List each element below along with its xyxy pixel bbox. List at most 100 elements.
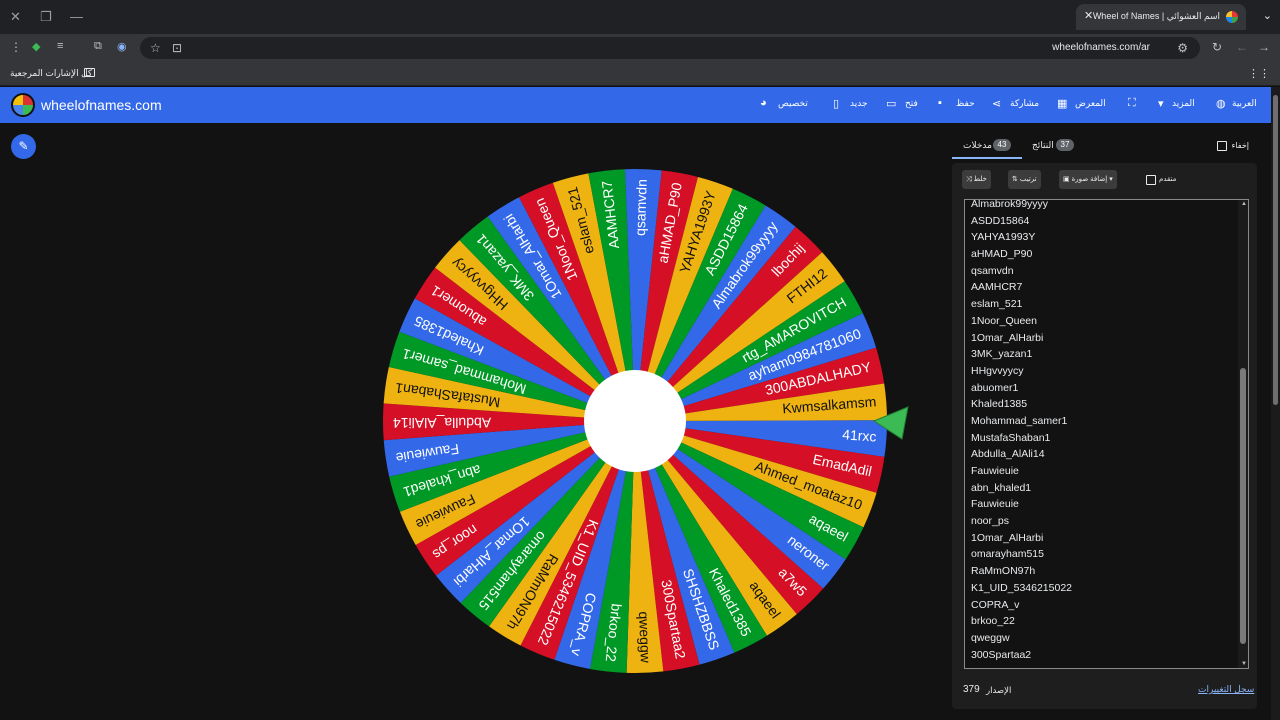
hide-checkbox[interactable]	[1217, 141, 1227, 151]
palette-icon: ◕	[760, 97, 767, 109]
entries-card: ⤨ خلط ⇅ ترتيب ▣ إضافة صورة ▾ متقدم Almab…	[952, 163, 1257, 709]
extension-icon[interactable]: ◆	[32, 40, 40, 53]
tab-entries[interactable]: مدخلات	[963, 140, 992, 151]
fullscreen-icon[interactable]: ⛶	[1128, 97, 1136, 110]
entries-panel: مدخلات 43 النتائج 37 إخفاء ⤨ خلط ⇅ ترتيب…	[952, 130, 1259, 710]
media-icon[interactable]: ≡	[57, 40, 63, 52]
wheel-pointer-icon	[872, 406, 909, 440]
shuffle-label: خلط	[973, 176, 987, 183]
star-icon[interactable]: ☆	[150, 41, 161, 55]
more-menu-button[interactable]: المزيد	[1172, 98, 1195, 109]
wheel-logo-icon[interactable]	[11, 93, 35, 117]
caret-down-icon: ▾	[1109, 176, 1113, 183]
menu-icon[interactable]: ⋮	[10, 40, 22, 54]
entry-line: 300Spartaa2	[971, 648, 1032, 661]
back-icon[interactable]: →	[1258, 40, 1270, 54]
apps-grid-icon[interactable]: ⋮⋮	[1248, 67, 1270, 80]
entry-line: YAHYA1993Y	[971, 231, 1036, 244]
entry-line: RaMmON97h	[971, 565, 1036, 578]
reload-icon[interactable]: ↻	[1212, 40, 1222, 54]
entry-line: qweggw	[971, 631, 1010, 644]
sort-label: ترتيب	[1019, 176, 1037, 183]
folder-open-icon: ▭	[886, 98, 897, 110]
address-bar[interactable]: ☆ ⊡ wheelofnames.com/ar ⚙	[140, 37, 1200, 59]
globe-icon: ◍	[1216, 98, 1226, 110]
entries-list: Almabrok99yyyy ASDD15864 YAHYA1993Y aHMAD_P…	[971, 199, 1231, 663]
language-button[interactable]: العربية	[1232, 98, 1257, 109]
entries-textarea[interactable]: Almabrok99yyyy ASDD15864 YAHYA1993Y aHMAD_P…	[964, 199, 1249, 669]
advanced-checkbox[interactable]	[1146, 175, 1156, 185]
scroll-thumb[interactable]	[1240, 368, 1246, 644]
entry-line: 3MK_yazan1	[971, 348, 1033, 361]
entry-line: HHgvvyycy	[971, 364, 1024, 377]
save-button[interactable]: حفظ	[956, 98, 975, 109]
hide-label: إخفاء	[1231, 141, 1249, 150]
customize-button[interactable]: تخصيص	[778, 98, 808, 109]
sort-button[interactable]: ⇅ ترتيب	[1008, 170, 1041, 189]
share-button[interactable]: مشاركة	[1010, 98, 1039, 109]
entry-line: 1Omar_AlHarbi	[971, 531, 1044, 544]
tab-results[interactable]: النتائج	[1032, 140, 1054, 151]
entry-line: qsamvdn	[971, 264, 1014, 277]
new-button[interactable]: جديد	[850, 98, 868, 109]
entry-line: AAMHCR7	[971, 281, 1023, 294]
browser-tab-bar: ✕ ❐ — + ✕ Wheel of Names | اسم العشوائي …	[0, 0, 1280, 34]
shuffle-icon: ⤨	[966, 176, 972, 183]
chevron-down-icon[interactable]: ⌄	[1263, 9, 1272, 22]
entry-line: 1Noor_Queen	[971, 314, 1037, 327]
version-label: الإصدار	[986, 685, 1012, 695]
changelog-link[interactable]: سجل التغييرات	[1198, 684, 1254, 695]
gallery-button[interactable]: المعرض	[1075, 98, 1106, 109]
active-tab-indicator	[952, 157, 1022, 159]
sound-icon[interactable]: ◉	[117, 40, 127, 53]
open-button[interactable]: فتح	[905, 98, 918, 109]
new-file-icon: ▯	[833, 98, 840, 110]
edit-pencil-button[interactable]: ✎	[11, 134, 36, 159]
forward-icon[interactable]: ←	[1236, 40, 1248, 54]
bookmarks-bar: كل الإشارات المرجعية ⋮⋮	[0, 62, 1280, 86]
entry-line: Khaled1385	[971, 398, 1028, 411]
app-header: wheelofnames.com ◕ تخصيص ▯ جديد ▭ فتح ▪ …	[0, 87, 1280, 123]
entry-line: MustafaShaban1	[971, 431, 1051, 444]
entry-line: noor_ps	[971, 515, 1009, 528]
results-count-badge: 37	[1056, 139, 1074, 151]
browser-tab[interactable]: ✕ Wheel of Names | اسم العشوائي	[1076, 4, 1246, 30]
brand-name[interactable]: wheelofnames.com	[41, 97, 162, 113]
scroll-up-icon[interactable]: ▲	[1241, 201, 1247, 207]
browser-toolbar: ⋮ ◆ ≡ ⧉ ◉ ☆ ⊡ wheelofnames.com/ar ⚙ ↻ ← …	[0, 34, 1280, 62]
entries-count-badge: 43	[993, 139, 1011, 151]
minimize-icon[interactable]: —	[70, 9, 83, 25]
gallery-icon: ▦	[1057, 98, 1068, 110]
shuffle-button[interactable]: ⤨ خلط	[962, 170, 991, 189]
scroll-down-icon[interactable]: ▼	[1241, 661, 1247, 667]
entries-scrollbar[interactable]: ▲ ▼	[1238, 200, 1248, 668]
spin-wheel[interactable]: 41rxcEmadAdilAhmed_moataz10aqaeelneroner…	[380, 158, 890, 688]
install-app-icon[interactable]: ⊡	[172, 41, 182, 55]
folder-icon	[84, 68, 95, 77]
add-image-button[interactable]: ▣ إضافة صورة ▾	[1059, 170, 1117, 189]
entry-line: Fauwieuie	[971, 498, 1019, 511]
site-info-icon[interactable]: ⚙	[1177, 41, 1188, 55]
save-icon: ▪	[938, 97, 942, 109]
pencil-icon: ✎	[18, 139, 29, 153]
page-scrollbar[interactable]	[1271, 87, 1280, 720]
entry-line: COPRA_v	[971, 598, 1020, 611]
restore-icon[interactable]: ❐	[40, 9, 52, 25]
close-icon[interactable]: ✕	[10, 9, 21, 25]
entry-line: Mohammad_samer1	[971, 414, 1068, 427]
all-bookmarks-link[interactable]: كل الإشارات المرجعية	[10, 68, 92, 79]
page-scroll-thumb[interactable]	[1273, 95, 1278, 405]
entry-line: 1Omar_AlHarbi	[971, 331, 1044, 344]
entry-line: Abdulla_AlAli14	[971, 448, 1045, 461]
advanced-label: متقدم	[1159, 176, 1177, 183]
extensions-icon[interactable]: ⧉	[94, 40, 102, 53]
version-number: 379	[963, 684, 980, 695]
url-text: wheelofnames.com/ar	[1052, 42, 1150, 53]
entry-line: ASDD15864	[971, 214, 1030, 227]
wheel-center-hub[interactable]	[584, 370, 686, 472]
entry-line: abuomer1	[971, 381, 1019, 394]
entry-line: eslam_521	[971, 298, 1023, 311]
add-image-label: إضافة صورة	[1071, 176, 1108, 183]
entry-line: Almabrok99yyyy	[971, 199, 1049, 210]
panel-tabs: مدخلات 43 النتائج 37 إخفاء	[952, 130, 1259, 159]
